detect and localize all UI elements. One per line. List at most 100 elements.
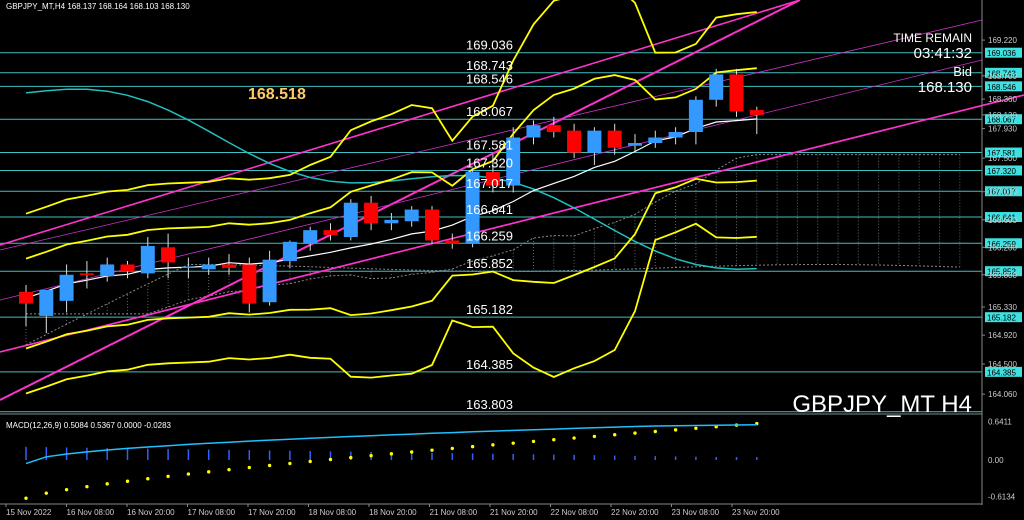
price-tick-label: 168.700	[988, 72, 1017, 81]
candle-body	[688, 99, 703, 133]
candle-body	[303, 230, 318, 244]
level-label: 167.017	[466, 176, 513, 191]
macd-signal-dot	[247, 465, 251, 470]
time-remain-value: 03:41:32	[914, 45, 972, 62]
price-tick-label: 165.330	[988, 303, 1017, 312]
level-label: 165.852	[466, 256, 513, 271]
candle-body	[120, 264, 135, 272]
candle-body	[201, 264, 216, 270]
candle-body	[425, 209, 439, 241]
time-label: 17 Nov 08:00	[188, 508, 236, 517]
candle-body	[567, 130, 582, 153]
level-label: 164.385	[466, 357, 513, 372]
time-label: 16 Nov 08:00	[67, 508, 115, 517]
macd-signal-dot	[531, 439, 536, 444]
level-price-tag-text: 168.546	[987, 83, 1016, 92]
level-label: 168.067	[466, 104, 513, 119]
candle-body	[140, 245, 155, 274]
candle-body	[282, 241, 297, 262]
level-label: 166.259	[466, 228, 513, 243]
macd-signal-dot	[44, 491, 48, 495]
candle-body	[343, 202, 358, 238]
candle-body	[729, 74, 744, 112]
macd-signal-dot	[450, 446, 454, 451]
price-tick-label: 168.130	[988, 111, 1017, 120]
macd-label: MACD(12,26,9) 0.5084 0.5367 0.0000 -0.02…	[6, 421, 172, 430]
macd-signal-dot	[430, 448, 434, 452]
time-label: 22 Nov 20:00	[611, 508, 659, 517]
price-tick-label: 164.920	[988, 331, 1017, 340]
trading-chart: 169.036169.036168.743168.743168.546168.5…	[0, 0, 1024, 520]
macd-signal-dot	[653, 429, 657, 434]
candle-body	[709, 74, 724, 100]
time-label: 22 Nov 08:00	[551, 508, 599, 517]
candle-body	[648, 137, 663, 144]
time-label: 21 Nov 20:00	[490, 508, 538, 517]
time-remain-label: TIME REMAIN	[893, 31, 972, 45]
price-tick-label: 164.500	[988, 360, 1017, 369]
macd-signal-dot	[491, 443, 495, 447]
price-tick-label: 164.060	[988, 390, 1017, 399]
macd-signal-dot	[349, 455, 353, 460]
level-label: 163.803	[466, 397, 513, 412]
macd-signal-dot	[288, 461, 292, 466]
candle-body	[19, 291, 33, 304]
candle-body	[587, 130, 602, 153]
price-tick-label: 165.800	[988, 271, 1017, 280]
time-label: 23 Nov 08:00	[672, 508, 720, 517]
macd-signal-dot	[85, 484, 89, 489]
macd-signal-dot	[592, 434, 597, 439]
candle-body	[749, 110, 764, 115]
time-label: 17 Nov 20:00	[248, 508, 296, 517]
level-price-tag-text: 164.385	[987, 368, 1016, 377]
macd-signal-dot	[572, 436, 576, 440]
candle-body	[668, 132, 683, 138]
candle-body	[242, 264, 257, 304]
price-tick-label: 167.010	[988, 188, 1017, 197]
macd-signal-dot	[146, 477, 150, 481]
candle-body	[526, 125, 541, 138]
macd-signal-dot	[470, 444, 475, 449]
candle-body	[100, 264, 115, 277]
level-price-tag-text: 167.320	[987, 167, 1016, 176]
macd-tick-label: 0.00	[988, 456, 1004, 465]
macd-signal-dot	[207, 470, 211, 474]
bid-label: Bid	[953, 64, 972, 79]
candle-body	[59, 274, 74, 301]
price-tick-label: 168.360	[988, 95, 1017, 104]
macd-signal-dot	[694, 426, 698, 430]
price-tick-label: 169.220	[988, 36, 1017, 45]
time-label: 18 Nov 08:00	[309, 508, 357, 517]
macd-signal-dot	[369, 453, 373, 458]
level-label: 167.581	[466, 138, 513, 153]
symbol-header: GBPJPY_MT,H4 168.137 168.164 168.103 168…	[6, 2, 190, 11]
level-label: 169.036	[466, 38, 513, 53]
macd-signal-dot	[633, 431, 637, 435]
macd-signal-dot	[227, 467, 231, 472]
macd-signal-dot	[105, 482, 109, 486]
price-tick-label: 167.930	[988, 125, 1017, 134]
candle-body	[181, 266, 196, 269]
price-tick-label: 166.600	[988, 216, 1017, 225]
macd-signal-dot	[410, 450, 414, 454]
macd-signal-dot	[308, 459, 312, 464]
time-label: 15 Nov 2022	[6, 508, 52, 517]
time-label: 21 Nov 08:00	[430, 508, 478, 517]
macd-tick-label: 0.6411	[988, 418, 1012, 427]
macd-signal-dot	[613, 433, 617, 437]
macd-signal-dot	[389, 452, 394, 456]
macd-signal-dot	[24, 496, 28, 500]
level-label: 168.546	[466, 71, 513, 86]
candle-body	[161, 247, 176, 263]
candle-body	[222, 264, 236, 268]
macd-signal-dot	[511, 441, 515, 445]
macd-signal-dot	[64, 487, 69, 492]
macd-signal-dot	[125, 479, 130, 483]
time-label: 16 Nov 20:00	[127, 508, 175, 517]
candle-body	[39, 289, 54, 316]
candle-body	[607, 130, 622, 148]
macd-signal-dot	[552, 438, 556, 442]
time-label: 23 Nov 20:00	[732, 508, 780, 517]
level-price-tag-text: 165.182	[987, 314, 1016, 323]
bid-value: 168.130	[918, 79, 972, 96]
